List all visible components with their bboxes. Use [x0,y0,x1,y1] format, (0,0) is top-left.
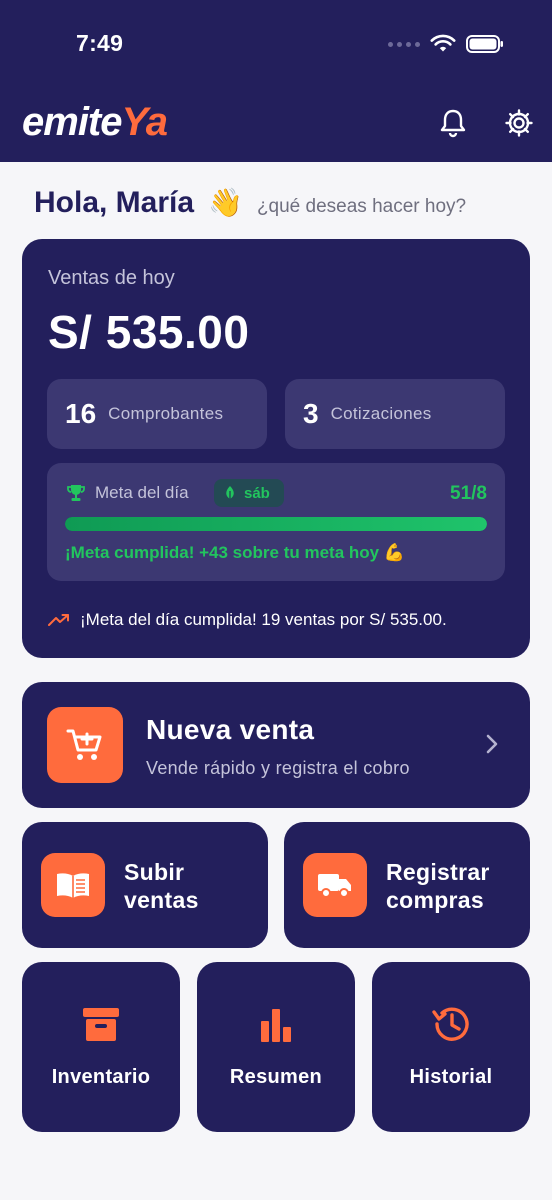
leaf-icon [226,486,234,500]
register-purchases-icon-box [303,853,367,917]
upload-sales-button[interactable]: Subir ventas [22,822,268,948]
summary-label: Resumen [229,1066,323,1088]
goal-badge-label: sáb [244,484,270,502]
top-bar: 7:49 emite Ya [0,0,552,162]
trophy-icon [67,485,85,501]
bar-chart-icon [261,1009,291,1042]
inventory-label: Inventario [51,1066,151,1088]
bell-icon [440,109,466,138]
notifications-button[interactable] [436,106,470,140]
archive-box-icon [83,1008,119,1041]
upload-sales-title: Subir ventas [124,859,199,913]
register-purchases-button[interactable]: Registrar compras [284,822,530,948]
new-sale-title: Nueva venta [146,714,315,745]
register-purchases-title: Registrar compras [386,859,490,913]
history-button[interactable]: Historial [372,962,530,1132]
trending-up-icon [48,614,69,626]
book-icon [57,873,89,898]
history-icon [432,1007,469,1041]
chevron-right-icon [486,734,498,754]
summary-icon-wrap [197,1004,355,1044]
stat-receipts[interactable]: 16 Comprobantes [47,379,267,449]
upload-sales-icon-box [41,853,105,917]
daily-goal-panel: Meta del día sáb 51/8 ¡Meta cumplida! +4… [47,463,505,581]
greeting-title: Hola, María [34,186,195,219]
goal-progress-fill [65,517,487,531]
stat-label: Cotizaciones [330,404,432,423]
status-time: 7:49 [76,30,124,56]
goal-count: 51/8 [450,483,487,504]
logo-accent-text: Ya [121,100,168,144]
wifi-icon [430,34,456,52]
stat-label: Comprobantes [108,404,224,423]
goal-message: ¡Meta cumplida! +43 sobre tu meta hoy 💪 [65,543,405,562]
new-sale-icon-box [47,707,123,783]
sales-amount: S/ 535.00 [48,306,250,358]
goal-progress-bar [65,517,487,531]
settings-button[interactable] [502,106,536,140]
signal-icon [388,41,420,47]
stat-value: 3 [303,398,319,429]
battery-icon [466,35,503,53]
inventory-button[interactable]: Inventario [22,962,180,1132]
cart-add-icon [66,729,102,760]
greeting: Hola, María 👋 ¿qué deseas hacer hoy? [34,186,466,220]
goal-title: Meta del día [95,483,189,502]
sales-label: Ventas de hoy [48,267,175,289]
goal-day-badge: sáb [214,479,284,507]
status-indicators [388,34,504,54]
sales-note-text: ¡Meta del día cumplida! 19 ventas por S/… [80,610,447,629]
gear-icon [505,109,533,137]
logo-main-text: emite [22,100,122,144]
sales-summary-card: Ventas de hoy S/ 535.00 16 Comprobantes … [22,239,530,658]
stat-value: 16 [65,398,97,429]
truck-icon [318,874,351,898]
wave-emoji: 👋 [208,187,243,218]
sales-note: ¡Meta del día cumplida! 19 ventas por S/… [48,610,447,630]
new-sale-subtitle: Vende rápido y registra el cobro [146,758,410,778]
history-icon-wrap [372,1004,530,1044]
history-label: Historial [409,1066,493,1088]
inventory-icon-wrap [22,1004,180,1044]
greeting-subtitle: ¿qué deseas hacer hoy? [256,196,467,217]
stat-quotes[interactable]: 3 Cotizaciones [285,379,505,449]
summary-button[interactable]: Resumen [197,962,355,1132]
app-logo: emite Ya [22,100,168,145]
new-sale-button[interactable]: Nueva venta Vende rápido y registra el c… [22,682,530,808]
